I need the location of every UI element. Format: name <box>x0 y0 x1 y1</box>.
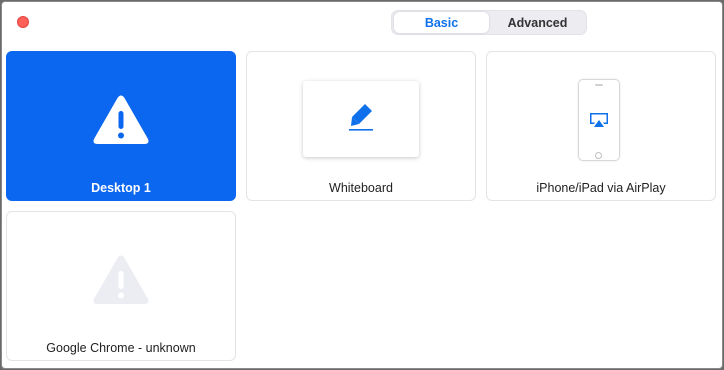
warning-icon <box>93 95 149 144</box>
phone-home-button <box>595 152 602 159</box>
share-tile-airplay[interactable]: iPhone/iPad via AirPlay <box>486 51 716 201</box>
phone-speaker <box>595 84 603 86</box>
tile-label: Desktop 1 <box>91 181 151 195</box>
airplay-icon <box>590 113 608 127</box>
close-button[interactable] <box>17 16 29 28</box>
tile-label: Google Chrome - unknown <box>46 341 196 355</box>
share-tile-whiteboard[interactable]: Whiteboard <box>246 51 476 201</box>
warning-icon <box>93 255 149 304</box>
phone-preview <box>578 79 620 161</box>
whiteboard-pen-icon <box>349 104 373 131</box>
share-tile-desktop-1[interactable]: Desktop 1 <box>6 51 236 201</box>
tab-basic[interactable]: Basic <box>394 12 489 33</box>
tab-advanced[interactable]: Advanced <box>491 12 584 33</box>
share-screen-window: Basic Advanced Desktop 1 Whiteboard iPho… <box>1 1 723 369</box>
tile-label: iPhone/iPad via AirPlay <box>536 181 666 195</box>
tile-label: Whiteboard <box>329 181 393 195</box>
mode-segmented-control: Basic Advanced <box>391 10 587 35</box>
whiteboard-preview <box>303 81 419 157</box>
share-tile-google-chrome[interactable]: Google Chrome - unknown <box>6 211 236 361</box>
